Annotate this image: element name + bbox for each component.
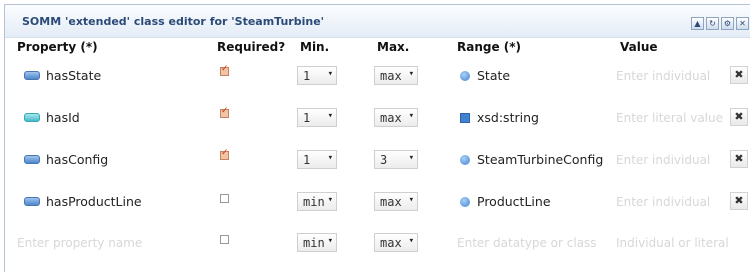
property-name: hasProductLine — [46, 194, 142, 209]
value-input[interactable]: Enter individual — [616, 153, 710, 167]
new-range-input[interactable]: Enter datatype or class — [457, 236, 597, 250]
new-value-input[interactable]: Individual or literal — [616, 236, 729, 250]
datatype-icon — [460, 112, 470, 123]
required-checkbox[interactable] — [220, 148, 229, 160]
min-select[interactable]: 1 ▾ — [297, 66, 337, 85]
range-name: SteamTurbineConfig — [477, 152, 604, 167]
required-checkbox[interactable] — [220, 64, 229, 76]
range-xsd-string[interactable]: xsd:string — [460, 110, 539, 125]
dropdown-arrow-icon: ▾ — [408, 69, 414, 79]
max-select[interactable]: max ▾ — [374, 66, 418, 85]
class-icon — [460, 196, 470, 207]
min-select[interactable]: 1 ▾ — [297, 108, 337, 127]
datatype-property-icon — [24, 113, 40, 122]
range-name: ProductLine — [477, 194, 551, 209]
new-min-select[interactable]: min ▾ — [297, 233, 337, 252]
required-checkbox[interactable] — [220, 194, 229, 203]
gear-icon[interactable]: ⚙ — [721, 17, 734, 30]
range-SteamTurbineConfig[interactable]: SteamTurbineConfig — [460, 152, 603, 167]
property-hasProductLine[interactable]: hasProductLine — [24, 194, 142, 209]
window-buttons: ▲ ↻ ⚙ ✕ — [691, 17, 749, 30]
range-name: State — [477, 68, 511, 83]
refresh-icon[interactable]: ↻ — [706, 17, 719, 30]
property-name: hasId — [46, 110, 80, 125]
value-input[interactable]: Enter literal value — [616, 111, 723, 125]
remove-row-button[interactable]: ✖ — [730, 108, 748, 126]
range-name: xsd:string — [477, 110, 539, 125]
object-property-icon — [24, 71, 40, 80]
max-select[interactable]: max ▾ — [374, 108, 418, 127]
remove-row-button[interactable]: ✖ — [730, 150, 748, 168]
column-header-value: Value — [620, 40, 658, 54]
property-hasState[interactable]: hasState — [24, 68, 101, 83]
object-property-icon — [24, 155, 40, 164]
class-icon — [460, 154, 470, 165]
range-ProductLine[interactable]: ProductLine — [460, 194, 551, 209]
min-select[interactable]: min ▾ — [297, 192, 337, 211]
new-property-input[interactable]: Enter property name — [17, 236, 142, 250]
dropdown-arrow-icon: ▾ — [327, 111, 333, 121]
close-icon[interactable]: ✕ — [736, 17, 749, 30]
collapse-icon[interactable]: ▲ — [691, 17, 704, 30]
column-header-range: Range (*) — [457, 40, 522, 54]
remove-row-button[interactable]: ✖ — [730, 66, 748, 84]
column-header-max: Max. — [377, 40, 410, 54]
column-header-required: Required? — [217, 40, 286, 54]
column-header-min: Min. — [300, 40, 330, 54]
dropdown-arrow-icon: ▾ — [408, 195, 414, 205]
class-icon — [460, 70, 470, 81]
dropdown-arrow-icon: ▾ — [408, 153, 414, 163]
dropdown-arrow-icon: ▾ — [327, 69, 333, 79]
value-input[interactable]: Enter individual — [616, 69, 710, 83]
range-State[interactable]: State — [460, 68, 510, 83]
property-hasConfig[interactable]: hasConfig — [24, 152, 108, 167]
column-header-property: Property (*) — [17, 40, 98, 54]
max-select[interactable]: max ▾ — [374, 192, 418, 211]
dropdown-arrow-icon: ▾ — [408, 111, 414, 121]
dropdown-arrow-icon: ▾ — [327, 195, 333, 205]
property-hasId[interactable]: hasId — [24, 110, 80, 125]
required-checkbox[interactable] — [220, 106, 229, 118]
object-property-icon — [24, 197, 40, 206]
new-max-select[interactable]: max ▾ — [374, 233, 418, 252]
dropdown-arrow-icon: ▾ — [327, 153, 333, 163]
property-name: hasConfig — [46, 152, 109, 167]
max-select[interactable]: 3 ▾ — [374, 150, 418, 169]
remove-row-button[interactable]: ✖ — [730, 192, 748, 210]
editor-titlebar: SOMM 'extended' class editor for 'SteamT… — [5, 5, 750, 38]
property-name: hasState — [46, 68, 102, 83]
min-select[interactable]: 1 ▾ — [297, 150, 337, 169]
value-input[interactable]: Enter individual — [616, 195, 710, 209]
new-required-checkbox[interactable] — [220, 235, 229, 244]
dropdown-arrow-icon: ▾ — [408, 236, 414, 246]
editor-title: SOMM 'extended' class editor for 'SteamT… — [22, 15, 325, 28]
dropdown-arrow-icon: ▾ — [327, 236, 333, 246]
